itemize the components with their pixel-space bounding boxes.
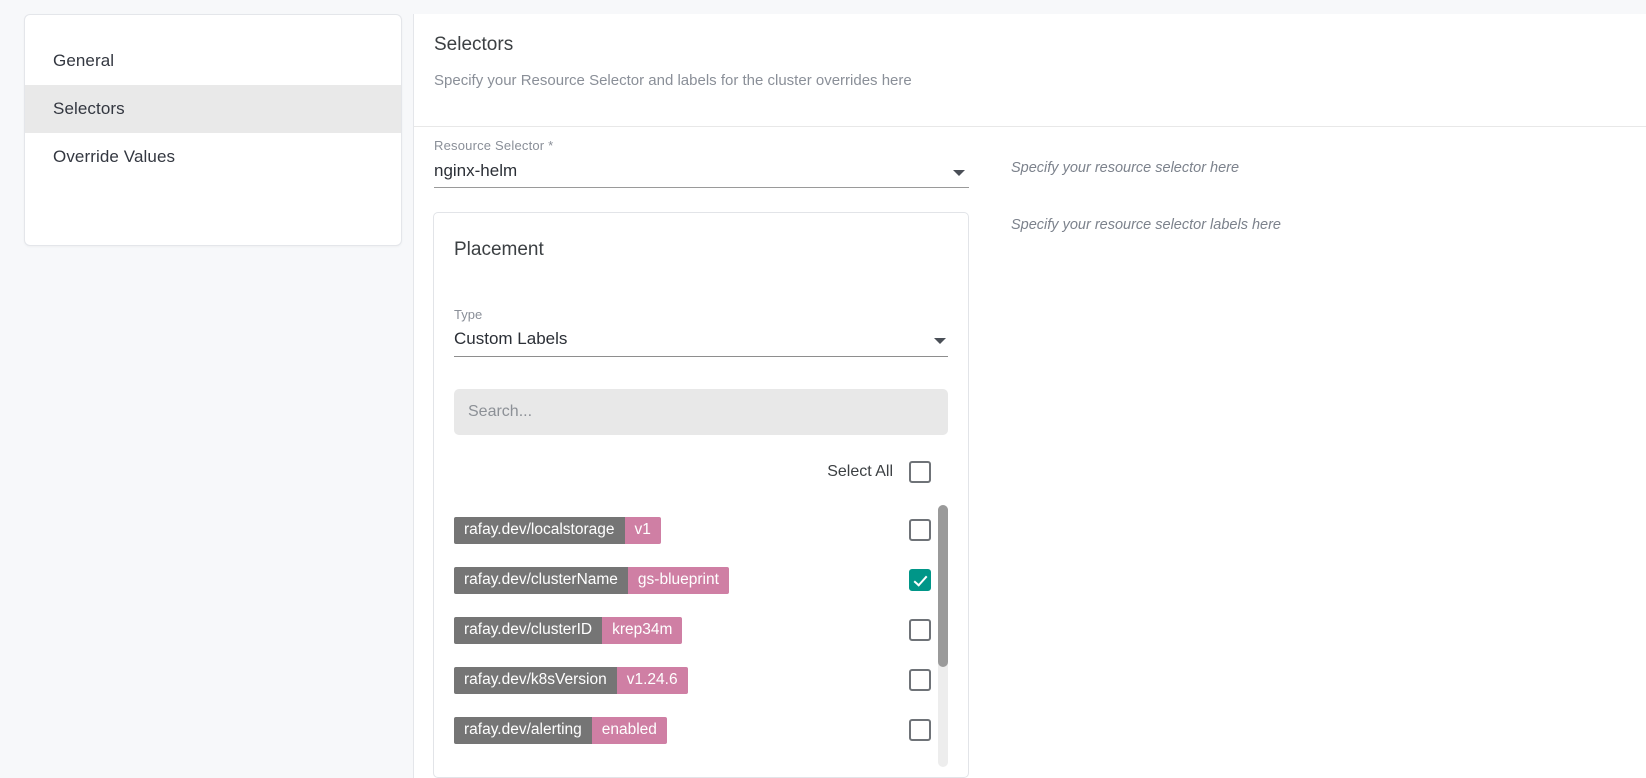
label-chip: rafay.dev/localstorage v1: [454, 516, 661, 544]
list-item: rafay.dev/clusterName gs-blueprint: [454, 555, 948, 605]
label-chip: rafay.dev/clusterName gs-blueprint: [454, 566, 729, 594]
label-chip: rafay.dev/clusterID krep34m: [454, 616, 683, 644]
label-chip-value: gs-blueprint: [627, 566, 729, 594]
list-item: rafay.dev/alerting enabled: [454, 705, 948, 755]
list-item: rafay.dev/localstorage v1: [454, 505, 948, 555]
chevron-down-icon: [934, 338, 946, 344]
label-list: rafay.dev/localstorage v1 rafay.dev/clus…: [454, 505, 948, 767]
sidebar-item-selectors[interactable]: Selectors: [25, 85, 401, 133]
label-chip-key: rafay.dev/clusterID: [454, 616, 603, 644]
resource-selector-dropdown[interactable]: nginx-helm: [434, 161, 969, 188]
sidebar-item-label: Selectors: [53, 99, 125, 118]
label-checkbox[interactable]: [909, 719, 931, 741]
placement-type-value: Custom Labels: [454, 329, 568, 348]
select-all-label: Select All: [827, 463, 893, 480]
sidebar-item-override-values[interactable]: Override Values: [25, 133, 401, 181]
label-checkbox[interactable]: [909, 619, 931, 641]
label-chip-value: v1.24.6: [616, 666, 688, 694]
search-input[interactable]: [454, 389, 948, 435]
label-checkbox[interactable]: [909, 669, 931, 691]
label-chip-value: krep34m: [602, 616, 683, 644]
label-chip: rafay.dev/alerting enabled: [454, 716, 667, 744]
select-all-row: Select All: [454, 461, 948, 483]
placement-card: Placement Type Custom Labels Select All …: [433, 212, 969, 778]
list-item: rafay.dev/clusterID krep34m: [454, 605, 948, 655]
label-chip-value: v1: [624, 516, 661, 544]
selectors-page: General Selectors Override Values Select…: [0, 0, 1646, 778]
label-list-scrollbar[interactable]: [938, 505, 948, 767]
resource-selector-hint: Specify your resource selector here: [1011, 160, 1240, 176]
sidebar-item-label: Override Values: [53, 147, 176, 166]
chevron-down-icon: [953, 170, 965, 176]
label-checkbox[interactable]: [909, 519, 931, 541]
sidebar-item-general[interactable]: General: [25, 37, 401, 85]
page-title: Selectors: [434, 34, 514, 55]
placement-type-dropdown[interactable]: Custom Labels: [454, 329, 948, 357]
resource-selector-labels-hint: Specify your resource selector labels he…: [1011, 217, 1281, 233]
label-chip-value: enabled: [591, 716, 667, 744]
list-item: rafay.dev/k8sVersion v1.24.6: [454, 655, 948, 705]
page-subtitle: Specify your Resource Selector and label…: [434, 72, 912, 89]
label-chip-key: rafay.dev/alerting: [454, 716, 592, 744]
select-all-checkbox[interactable]: [909, 461, 931, 483]
selectors-panel: Selectors Specify your Resource Selector…: [413, 14, 1646, 778]
scrollbar-thumb[interactable]: [938, 505, 948, 667]
resource-selector-label: Resource Selector *: [434, 138, 554, 153]
label-chip-key: rafay.dev/localstorage: [454, 516, 625, 544]
resource-selector-value: nginx-helm: [434, 161, 518, 180]
resource-selector-field: Resource Selector * nginx-helm: [434, 138, 969, 188]
placement-type-label: Type: [454, 307, 483, 322]
placement-title: Placement: [454, 239, 544, 260]
label-chip-key: rafay.dev/clusterName: [454, 566, 628, 594]
sidebar-item-label: General: [53, 51, 115, 70]
wizard-step-sidebar: General Selectors Override Values: [24, 14, 402, 246]
panel-header: Selectors Specify your Resource Selector…: [414, 14, 1646, 127]
label-chip-key: rafay.dev/k8sVersion: [454, 666, 617, 694]
label-checkbox[interactable]: [909, 569, 931, 591]
label-chip: rafay.dev/k8sVersion v1.24.6: [454, 666, 688, 694]
